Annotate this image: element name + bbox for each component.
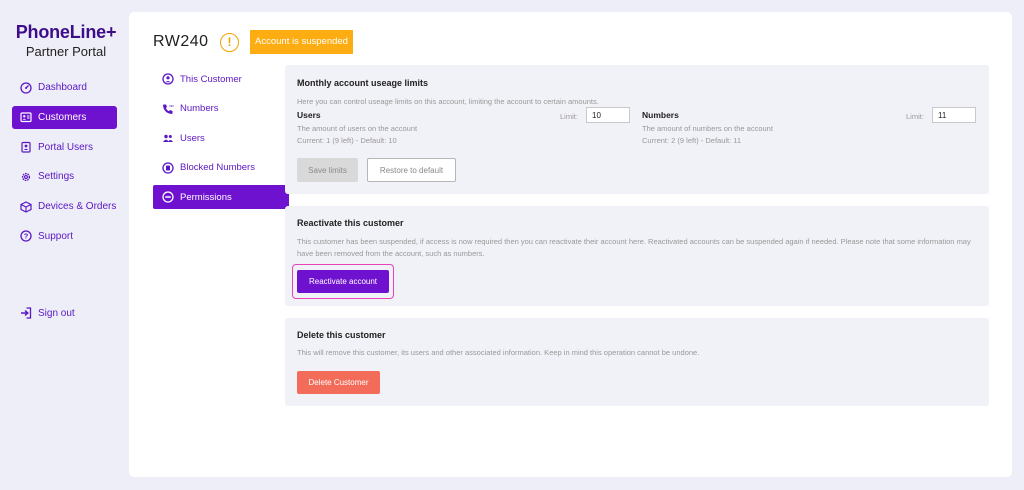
- tab-numbers[interactable]: Numbers: [153, 97, 289, 121]
- sign-out-icon: [21, 307, 32, 319]
- panel-description: This will remove this customer, its user…: [297, 348, 700, 357]
- main-nav: Dashboard Customers Portal Users Setting…: [12, 76, 117, 255]
- brand-subtitle: Partner Portal: [25, 44, 107, 59]
- phone-icon: [163, 104, 174, 114]
- sidebar-item-label: Portal Users: [38, 141, 94, 153]
- brand-logo[interactable]: PhoneLine+ Partner Portal: [12, 22, 120, 59]
- tab-label: Numbers: [180, 103, 219, 114]
- main-content: RW240 ! Account is suspended This Custom…: [129, 12, 1012, 477]
- reactivate-account-button[interactable]: Reactivate account: [297, 270, 389, 293]
- tab-label: This Customer: [180, 73, 242, 85]
- dashboard-icon: [20, 81, 32, 94]
- warning-icon: !: [220, 33, 239, 52]
- users-limit-description: The amount of users on the account: [297, 124, 418, 133]
- numbers-limit-description: The amount of numbers on the account: [642, 124, 773, 133]
- sidebar-item-support[interactable]: ? Support: [12, 225, 117, 248]
- tab-permissions[interactable]: Permissions: [153, 185, 289, 209]
- customers-icon: [20, 112, 32, 123]
- panel-title: Reactivate this customer: [297, 218, 404, 228]
- users-limit-input[interactable]: [586, 107, 630, 123]
- users-limit-field-label: Limit:: [560, 112, 578, 121]
- user-circle-icon: [162, 73, 174, 85]
- help-icon: ?: [20, 230, 32, 243]
- panel-title: Delete this customer: [297, 330, 386, 340]
- numbers-limit-field-label: Limit:: [906, 112, 924, 121]
- panel-title: Monthly account useage limits: [297, 78, 429, 88]
- sidebar-item-label: Settings: [38, 171, 75, 183]
- status-badge: Account is suspended: [250, 30, 353, 54]
- users-icon: [163, 134, 173, 142]
- restore-default-button[interactable]: Restore to default: [367, 158, 456, 182]
- box-icon: [20, 201, 32, 213]
- sidebar: PhoneLine+ Partner Portal Dashboard Cust…: [0, 0, 128, 490]
- sidebar-item-portal-users[interactable]: Portal Users: [12, 136, 117, 159]
- blocked-icon: [162, 161, 174, 174]
- delete-panel: Delete this customer This will remove th…: [285, 318, 989, 406]
- sign-out-label: Sign out: [38, 307, 75, 319]
- gear-icon: [21, 172, 31, 181]
- sidebar-item-label: Customers: [38, 111, 87, 123]
- users-limit-label: Users: [297, 110, 321, 120]
- sign-out-link[interactable]: Sign out: [20, 307, 75, 319]
- minus-circle-icon: [162, 191, 174, 203]
- brand-name: PhoneLine+: [15, 22, 117, 42]
- tab-label: Users: [180, 132, 205, 144]
- sidebar-item-label: Devices & Orders: [38, 201, 117, 213]
- svg-text:?: ?: [24, 232, 29, 241]
- sidebar-item-devices-orders[interactable]: Devices & Orders: [12, 195, 117, 218]
- numbers-limit-label: Numbers: [642, 110, 679, 120]
- save-limits-button[interactable]: Save limits: [297, 158, 358, 182]
- panel-description: This customer has been suspended, if acc…: [297, 237, 971, 258]
- tab-label: Permissions: [180, 191, 232, 203]
- tab-blocked-numbers[interactable]: Blocked Numbers: [153, 156, 289, 180]
- tab-label: Blocked Numbers: [180, 162, 255, 173]
- sidebar-item-label: Dashboard: [38, 82, 87, 93]
- panel-description: Here you can control useage limits on th…: [297, 97, 599, 106]
- tab-this-customer[interactable]: This Customer: [153, 67, 289, 91]
- tab-users[interactable]: Users: [153, 126, 289, 150]
- users-current: Current: 1 (9 left) - Default: 10: [297, 136, 397, 145]
- portal-users-icon: [21, 141, 31, 153]
- delete-customer-button[interactable]: Delete Customer: [297, 371, 380, 394]
- sidebar-item-label: Support: [38, 230, 74, 242]
- sidebar-item-dashboard[interactable]: Dashboard: [12, 76, 117, 99]
- customer-subnav: This Customer Numbers Users Blocked Numb…: [153, 67, 289, 209]
- numbers-current: Current: 2 (9 left) - Default: 11: [642, 136, 742, 145]
- numbers-limit-input[interactable]: [932, 107, 976, 123]
- reactivate-panel: Reactivate this customer This customer h…: [285, 206, 989, 306]
- page-title: RW240: [153, 33, 209, 50]
- sidebar-item-settings[interactable]: Settings: [12, 165, 117, 188]
- usage-limits-panel: Monthly account useage limits Here you c…: [285, 65, 989, 194]
- sidebar-item-customers[interactable]: Customers: [12, 105, 117, 129]
